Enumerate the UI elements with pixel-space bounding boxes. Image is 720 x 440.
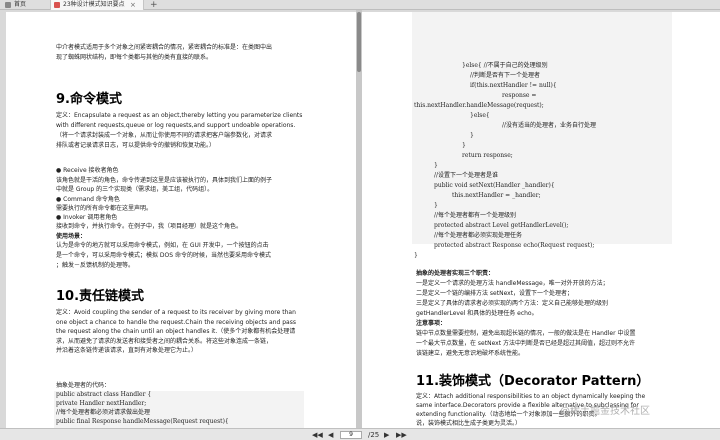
code-line: protected abstract Level getHandlerLevel… — [434, 222, 569, 229]
code-line: } — [414, 252, 418, 259]
code-line: //每个处理者都必须实现处理任务 — [434, 232, 523, 239]
page-number-input[interactable]: 9 — [340, 431, 362, 439]
def9-line-4: 排队或者记录请求日志，可以提供命令的撤销和恢复功能。） — [56, 142, 216, 149]
intro-text-2: 现了蜘蛛网状结构，即每个类都与其他的类有直接的联系。 — [56, 54, 213, 61]
code-line: //每个处理者都必须对请求做出处理 — [56, 409, 151, 416]
pdf-reader-window: 首页 23种设计模式知识要点 × + 中介者模式适用于多个对象之间紧密耦合的情况… — [0, 0, 720, 440]
def11-line-4: 说，装饰模式相比生成子类更为灵活。） — [416, 420, 522, 427]
code-line: response = — [502, 92, 537, 99]
usage-heading: 使用场景： — [56, 233, 87, 240]
scrollbar-thumb[interactable] — [357, 12, 361, 72]
duty-line-1: 一是定义一个请求的处理方法 handleMessage，唯一对外开放的方法； — [416, 280, 609, 287]
close-tab-icon[interactable]: × — [130, 0, 136, 10]
code-line: return response; — [462, 152, 513, 159]
code-line: this.nextHandler.handleMessage(request); — [414, 102, 544, 109]
code-line: public void setNext(Handler _handler){ — [434, 182, 555, 189]
total-pages: /25 — [368, 431, 380, 439]
usage-line-2: 是一个命令，可以采用命令模式；模拟 DOS 命令的时候，当然也要采用命令模式 — [56, 252, 271, 259]
def10-line-1: 定义：Avoid coupling the sender of a reques… — [56, 309, 296, 316]
note-heading: 注意事项： — [416, 320, 447, 327]
home-icon — [5, 2, 11, 8]
command-desc: 需要执行的所有命令都在这里声明。 — [56, 205, 153, 212]
next-page-button[interactable]: ▶ — [384, 429, 389, 440]
def10-line-3: the request along the chain until an obj… — [56, 328, 296, 335]
duties-heading: 抽象的处理者实现三个职责： — [416, 270, 495, 277]
code-line: } — [434, 202, 438, 209]
tab-bar: 首页 23种设计模式知识要点 × + — [0, 0, 720, 10]
last-page-button[interactable]: ▶▶ — [396, 429, 407, 440]
code-line: public final Response handleMessage(Requ… — [56, 418, 229, 425]
receiver-desc-2: 中就是 Group 的三个实现类（需求组，美工组，代码组）。 — [56, 186, 214, 193]
def9-line-2: with different requests,queue or log req… — [56, 122, 296, 129]
note-line-1: 链中节点数量需要控制，避免出现超长链的情况，一般的做法是在 Handler 中设… — [416, 330, 636, 337]
def11-line-1: 定义：Attach additional responsibilities to… — [416, 393, 646, 400]
code-line: protected abstract Response echo(Request… — [434, 242, 595, 249]
heading-command-pattern: 9.命令模式 — [56, 92, 122, 107]
note-line-3: 该链建立，避免无意识地破坏系统性能。 — [416, 350, 525, 357]
receiver-item: ● Receive 接收者角色 — [56, 167, 119, 174]
code-line: }else{ — [470, 112, 490, 119]
code-block-left: public abstract class Handler { private … — [54, 391, 304, 428]
code-line: } — [434, 162, 438, 169]
pdf-file-icon — [54, 2, 60, 8]
def9-line-1: 定义：Encapsulate a request as an object,th… — [56, 112, 303, 119]
intro-text-1: 中介者模式适用于多个对象之间紧密耦合的情况，紧密耦合的标准是：在类图中出 — [56, 44, 273, 51]
usage-line-1: 认为是命令的地方就可以采用命令模式，例如，在 GUI 开发中，一个按钮的点击 — [56, 242, 269, 249]
page-navigation-bar: ◀◀ ◀ 9 /25 ▶ ▶▶ — [0, 428, 720, 440]
def10-line-4: 求，从而避免了请求的发送者和接受者之间的耦合关系。将这些对象连成一条链， — [56, 338, 273, 345]
receiver-desc-1: 该角色就是干活的角色，命令传递到这里是应该被执行的，具体到我们上面的例子 — [56, 177, 273, 184]
command-item: ● Command 命令角色 — [56, 196, 120, 203]
code-line: this.nextHandler = _handler; — [452, 192, 541, 199]
code-line: }else{ //不属于自己的处理级别 — [462, 62, 548, 69]
prev-page-button[interactable]: ◀ — [328, 429, 333, 440]
code-line: public abstract class Handler { — [56, 391, 152, 398]
heading-decorator-pattern: 11.装饰模式（Decorator Pattern） — [416, 374, 650, 389]
code-line: //判断是否有下一个处理者 — [470, 72, 541, 79]
def9-line-3: （将一个请求封装成一个对象，从而让你使用不同的请求把客户端参数化，对请求 — [56, 132, 273, 139]
code-line: //每个处理者都有一个处理级别 — [434, 212, 517, 219]
def10-line-5: 并沿着这条链传递该请求，直到有对象处理它为止。） — [56, 347, 198, 354]
watermark: @稀土掘金技术社区 — [560, 406, 650, 417]
page-right: }else{ //不属于自己的处理级别 //判断是否有下一个处理者 if(thi… — [362, 12, 720, 428]
tab-home[interactable]: 首页 — [2, 0, 44, 10]
tab-document-label: 23种设计模式知识要点 — [63, 1, 125, 8]
duty-line-3a: 三是定义了具体的请求者必须实现的两个方法：定义自己能够处理的级别 — [416, 300, 609, 307]
code-line: //设置下一个处理者是谁 — [434, 172, 499, 179]
duty-line-2: 二是定义一个链的编排方法 setNext，设置下一个处理者； — [416, 290, 574, 297]
code-caption: 抽象处理者的代码： — [56, 382, 111, 389]
def10-line-2: one object a chance to handle the reques… — [56, 319, 296, 326]
usage-line-3: ；触发－反馈机制的处理等。 — [56, 262, 135, 269]
invoker-item: ● Invoker 调用者角色 — [56, 214, 118, 221]
code-line: } — [462, 142, 466, 149]
new-tab-icon[interactable]: + — [150, 0, 158, 10]
code-line: if(this.nextHandler != null){ — [470, 82, 557, 89]
page-left: 中介者模式适用于多个对象之间紧密耦合的情况，紧密耦合的标准是：在类图中出 现了蜘… — [6, 12, 356, 428]
tab-home-label: 首页 — [14, 1, 27, 8]
code-line: //没有适当的处理者，业务自行处理 — [502, 122, 597, 129]
heading-chain-pattern: 10.责任链模式 — [56, 289, 145, 304]
code-line: private Handler nextHandler; — [56, 400, 147, 407]
code-line: } — [470, 132, 474, 139]
note-line-2: 一个最大节点数量，在 setNext 方法中判断是否已经是超过其阈值，超过则不允… — [416, 340, 635, 347]
invoker-desc: 接收到命令，并执行命令。在例子中，我（项目经理）就是这个角色。 — [56, 223, 243, 230]
first-page-button[interactable]: ◀◀ — [312, 429, 323, 440]
duty-line-3b: getHandlerLevel 和具体的处理任务 echo。 — [416, 310, 538, 317]
